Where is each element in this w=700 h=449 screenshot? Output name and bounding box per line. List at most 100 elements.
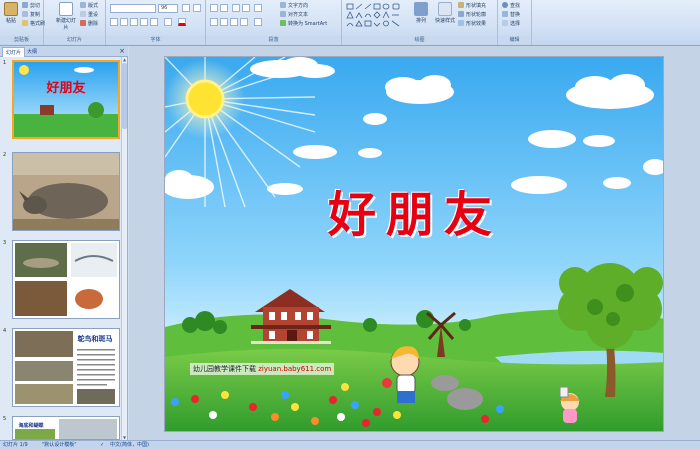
shape-fill-button[interactable]: 形状填充: [458, 2, 486, 10]
paste-button[interactable]: 粘贴: [2, 2, 20, 24]
quick-styles-button[interactable]: 快速样式: [434, 2, 456, 24]
language: 中文(简体，中国): [110, 442, 149, 448]
line-spacing-icon[interactable]: [254, 4, 262, 12]
text-direction-icon: [280, 2, 286, 8]
align-text-button[interactable]: 对齐文本: [280, 11, 308, 19]
shapes-gallery[interactable]: [346, 3, 406, 29]
decrease-indent-icon[interactable]: [232, 4, 240, 12]
shadow-icon[interactable]: [150, 18, 158, 26]
thumb4-heading: 鸵鸟和斑马: [78, 334, 113, 343]
slide-thumbnail-image: 好朋友: [12, 60, 120, 139]
replace-button[interactable]: 替换: [502, 11, 520, 19]
current-slide[interactable]: 好朋友 幼儿园教学课件下载 ziyuan.baby611.com: [164, 56, 664, 432]
replace-icon: [502, 11, 508, 17]
tab-outline[interactable]: 大纲: [24, 47, 40, 57]
cut-button[interactable]: 剪切: [22, 2, 40, 10]
strikethrough-icon[interactable]: [140, 18, 148, 26]
justify-icon[interactable]: [240, 18, 248, 26]
layout-icon: [80, 2, 86, 8]
align-center-icon[interactable]: [220, 18, 228, 26]
slide-thumbnail-image: 海底和蝴蝶: [12, 416, 120, 440]
align-right-icon[interactable]: [230, 18, 238, 26]
shape-effects-button[interactable]: 形状效果: [458, 20, 486, 28]
font-group: 96 字体: [106, 0, 206, 45]
slide-thumbnail-image: 鸵鸟和斑马: [12, 328, 120, 407]
font-color-icon[interactable]: [178, 18, 186, 26]
thumb1-title: 好朋友: [45, 80, 85, 96]
new-slide-icon: [59, 2, 73, 16]
slide-count: 幻灯片 1/9: [3, 442, 28, 448]
panel-tabs: 幻灯片 大纲 ×: [0, 46, 128, 57]
theme-name: "默认设计模板": [42, 442, 77, 448]
columns-icon[interactable]: [254, 18, 262, 26]
text-direction-button[interactable]: 文字方向: [280, 2, 308, 10]
drawing-group-label: 绘图: [342, 36, 497, 44]
layout-button[interactable]: 版式: [80, 2, 98, 10]
slide-number: 1: [3, 60, 7, 66]
clear-format-icon[interactable]: [193, 4, 201, 12]
font-size-combo[interactable]: 96: [158, 4, 178, 13]
slide-title[interactable]: 好朋友: [165, 175, 663, 245]
watermark-url: ziyuan.baby611.com: [258, 365, 332, 373]
thumb4-art: 鸵鸟和斑马: [13, 329, 119, 406]
scrollbar-thumb[interactable]: [122, 63, 127, 129]
cursor-icon: [502, 20, 508, 26]
char-spacing-icon[interactable]: [164, 18, 172, 26]
thumb5-heading: 海底和蝴蝶: [18, 422, 44, 429]
editing-group: 查找 替换 选择 编辑: [498, 0, 532, 45]
slide-thumbnail-panel: 幻灯片 大纲 × 1 好朋友 2 3 4 鸵鸟和斑马 5 海底和蝴蝶 ▲ ▼: [0, 46, 128, 440]
slides-group: 新建幻灯片 版式 重设 删除 幻灯片: [44, 0, 106, 45]
smartart-button[interactable]: 转换为 SmartArt: [280, 20, 327, 28]
thumb2-art: [13, 153, 119, 230]
status-bar: 幻灯片 1/9 "默认设计模板" ✓ 中文(简体，中国): [0, 440, 700, 449]
clipboard-icon: [4, 2, 18, 16]
reset-button[interactable]: 重设: [80, 11, 98, 19]
format-painter-button[interactable]: 格式刷: [22, 20, 45, 28]
bold-icon[interactable]: [110, 18, 118, 26]
align-text-icon: [280, 11, 286, 17]
sun: [185, 79, 225, 119]
italic-icon[interactable]: [120, 18, 128, 26]
copy-button[interactable]: 复制: [22, 11, 40, 19]
brush-icon: [22, 20, 28, 26]
grow-font-icon[interactable]: [182, 4, 190, 12]
spellcheck-icon[interactable]: ✓: [100, 441, 104, 449]
arrange-icon: [414, 2, 428, 16]
slide-number: 5: [3, 416, 7, 422]
paragraph-group-label: 段落: [206, 36, 341, 44]
delete-slide-button[interactable]: 删除: [80, 20, 98, 28]
effects-icon: [458, 20, 464, 26]
binoculars-icon: [502, 2, 508, 8]
slide-editor: 好朋友 幼儿园教学课件下载 ziyuan.baby611.com: [129, 46, 700, 440]
copy-icon: [22, 11, 28, 17]
thumb1-art: 好朋友: [14, 62, 118, 137]
align-left-icon[interactable]: [210, 18, 218, 26]
slide-number: 3: [3, 240, 7, 246]
scroll-up-icon[interactable]: ▲: [122, 57, 127, 62]
editing-group-label: 编辑: [498, 36, 531, 44]
watermark-text: 幼儿园教学课件下载 ziyuan.baby611.com: [190, 363, 335, 375]
arrange-button[interactable]: 排列: [410, 2, 432, 24]
select-button[interactable]: 选择: [502, 20, 520, 28]
numbering-icon[interactable]: [220, 4, 228, 12]
increase-indent-icon[interactable]: [242, 4, 250, 12]
new-slide-button[interactable]: 新建幻灯片: [54, 2, 78, 31]
clipboard-group: 粘贴 剪切 复制 格式刷 剪贴板: [0, 0, 45, 45]
scissors-icon: [22, 2, 28, 8]
panel-scrollbar[interactable]: ▲ ▼: [121, 57, 127, 440]
find-button[interactable]: 查找: [502, 2, 520, 10]
delete-icon: [80, 20, 86, 26]
font-name-combo[interactable]: [110, 4, 156, 13]
shape-outline-button[interactable]: 形状轮廓: [458, 11, 486, 19]
slide-number: 4: [3, 328, 7, 334]
close-panel-icon[interactable]: ×: [119, 47, 125, 56]
thumb5-art: 海底和蝴蝶: [13, 417, 119, 439]
tab-slides[interactable]: 幻灯片: [2, 47, 26, 57]
bullets-icon[interactable]: [210, 4, 218, 12]
watermark-prefix: 幼儿园教学课件下载: [193, 365, 256, 373]
smartart-icon: [280, 20, 286, 26]
underline-icon[interactable]: [130, 18, 138, 26]
reset-icon: [80, 11, 86, 17]
slides-group-label: 幻灯片: [44, 36, 105, 44]
slide-number: 2: [3, 152, 7, 158]
